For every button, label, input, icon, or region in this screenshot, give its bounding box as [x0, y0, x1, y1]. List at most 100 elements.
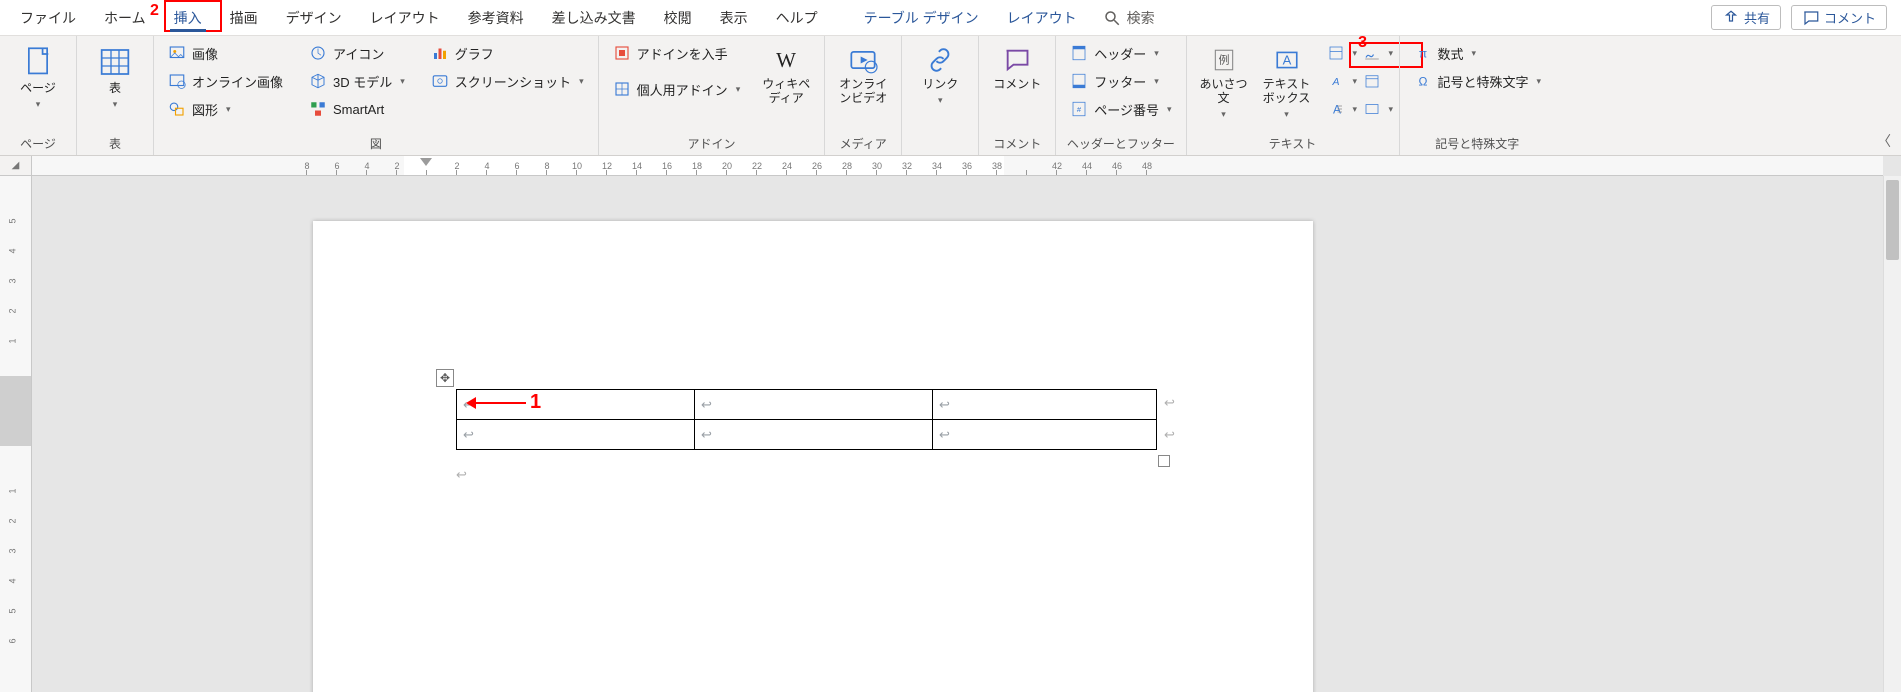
- greeting-label: あいさつ文: [1199, 78, 1249, 106]
- ribbon: 3 ページ ▾ ページ 表 ▾ 表 画像 オンライン画像: [0, 36, 1901, 156]
- online-pictures-button[interactable]: オンライン画像: [164, 68, 287, 94]
- table-cell[interactable]: ↩: [933, 420, 1157, 450]
- quickparts-button[interactable]: ▾: [1323, 40, 1353, 66]
- greeting-icon: 例: [1211, 46, 1237, 74]
- dropcap-icon: A: [1327, 100, 1345, 118]
- chevron-down-icon: ▾: [1353, 104, 1358, 115]
- tab-view[interactable]: 表示: [706, 0, 762, 35]
- search-box[interactable]: 検索: [1103, 8, 1155, 28]
- online-video-label: オンラインビデオ: [837, 78, 889, 106]
- share-button[interactable]: 共有: [1711, 5, 1781, 30]
- equation-label: 数式: [1438, 44, 1464, 63]
- table-resize-handle[interactable]: [1158, 455, 1170, 467]
- tab-mailings[interactable]: 差し込み文書: [538, 0, 650, 35]
- tab-design[interactable]: デザイン: [272, 0, 356, 35]
- screenshot-label: スクリーンショット: [455, 72, 571, 91]
- my-addins-button[interactable]: 個人用アドイン ▾: [609, 76, 745, 102]
- svg-text:#: #: [1077, 105, 1082, 114]
- pages-button[interactable]: ページ ▾: [10, 40, 66, 109]
- header-button[interactable]: ヘッダー▾: [1066, 40, 1175, 66]
- page[interactable]: ✥ ↩↩↩↩↩↩ ↩ ↩ ↩ 1: [313, 221, 1313, 692]
- group-pages: ページ ▾ ページ: [0, 36, 77, 155]
- ruler-horizontal[interactable]: 8642246810121416182022242628303234363842…: [32, 156, 1883, 176]
- table-label: 表: [109, 82, 121, 96]
- group-media: オンラインビデオ メディア: [825, 36, 902, 155]
- my-addins-label: 個人用アドイン: [637, 80, 728, 99]
- tab-draw[interactable]: 描画: [216, 0, 272, 35]
- signature-button[interactable]: ▾: [1359, 40, 1389, 66]
- tab-table-layout[interactable]: レイアウト: [993, 0, 1091, 35]
- quickparts-icon: [1327, 44, 1345, 62]
- table-cell[interactable]: ↩: [695, 390, 933, 420]
- wordart-button[interactable]: A▾: [1323, 68, 1353, 94]
- pictures-label: 画像: [192, 44, 218, 63]
- svg-text:A: A: [1282, 52, 1291, 67]
- tab-review[interactable]: 校閲: [650, 0, 706, 35]
- svg-text:Ω: Ω: [1418, 75, 1427, 89]
- chevron-down-icon: ▾: [1472, 48, 1477, 59]
- chevron-down-icon: ▾: [579, 76, 584, 87]
- wikipedia-button[interactable]: W ウィキペディア: [758, 40, 814, 106]
- shapes-button[interactable]: 図形▾: [164, 96, 287, 122]
- tab-table-design[interactable]: テーブル デザイン: [850, 0, 993, 35]
- chevron-down-icon: ▾: [113, 100, 118, 109]
- get-addins-button[interactable]: アドインを入手: [609, 40, 745, 66]
- scrollbar-thumb[interactable]: [1886, 180, 1899, 260]
- chevron-down-icon: ▾: [736, 84, 741, 95]
- shapes-icon: [168, 100, 186, 118]
- symbol-button[interactable]: Ω記号と特殊文字▾: [1410, 68, 1546, 94]
- insert-comment-button[interactable]: コメント: [989, 40, 1045, 92]
- row-end-mark: ↩: [1164, 395, 1175, 411]
- tab-references[interactable]: 参考資料: [454, 0, 538, 35]
- greeting-button[interactable]: 例 あいさつ文 ▾: [1197, 40, 1251, 119]
- table-cell[interactable]: ↩: [695, 420, 933, 450]
- tab-file[interactable]: ファイル: [6, 0, 90, 35]
- tab-help[interactable]: ヘルプ: [762, 0, 832, 35]
- icons-icon: [309, 44, 327, 62]
- picture-icon: [168, 44, 186, 62]
- 3dmodels-button[interactable]: 3D モデル▾: [305, 68, 409, 94]
- chevron-down-icon: ▾: [938, 96, 943, 105]
- screenshot-button[interactable]: スクリーンショット ▾: [427, 68, 588, 94]
- table-move-handle[interactable]: ✥: [436, 369, 454, 387]
- pagenumber-button[interactable]: #ページ番号▾: [1066, 96, 1175, 122]
- object-button[interactable]: ▾: [1359, 96, 1389, 122]
- tab-layout[interactable]: レイアウト: [356, 0, 454, 35]
- share-icon: [1722, 9, 1740, 27]
- 3dmodels-label: 3D モデル: [333, 72, 392, 91]
- icons-button[interactable]: アイコン: [305, 40, 409, 66]
- table-cell[interactable]: ↩: [933, 390, 1157, 420]
- ribbon-collapse-button[interactable]: 〈: [1877, 131, 1891, 151]
- dropcap-button[interactable]: A▾: [1323, 96, 1353, 122]
- table-cell[interactable]: ↩: [457, 420, 695, 450]
- document-canvas[interactable]: ✥ ↩↩↩↩↩↩ ↩ ↩ ↩ 1: [32, 176, 1883, 692]
- get-addins-label: アドインを入手: [637, 44, 728, 63]
- footer-button[interactable]: フッター▾: [1066, 68, 1175, 94]
- group-illustrations: 画像 オンライン画像 図形▾ アイコン 3D モデル▾ SmartArt グラフ…: [154, 36, 599, 155]
- link-button[interactable]: リンク ▾: [912, 40, 968, 105]
- textbox-label: テキストボックス: [1259, 78, 1315, 106]
- document-table[interactable]: ↩↩↩↩↩↩: [456, 389, 1157, 450]
- chart-button[interactable]: グラフ: [427, 40, 588, 66]
- link-icon: [926, 46, 954, 74]
- tab-home[interactable]: ホーム: [90, 0, 160, 35]
- group-addins-label: アドイン: [609, 133, 815, 155]
- search-icon: [1103, 9, 1121, 27]
- online-video-button[interactable]: オンラインビデオ: [835, 40, 891, 106]
- group-illustrations-label: 図: [164, 133, 588, 155]
- equation-button[interactable]: π数式▾: [1410, 40, 1546, 66]
- textbox-button[interactable]: A テキストボックス ▾: [1257, 40, 1317, 119]
- comment-icon: [1003, 46, 1031, 74]
- comments-button[interactable]: コメント: [1791, 5, 1887, 30]
- chevron-down-icon: ▾: [1389, 104, 1394, 115]
- datetime-button[interactable]: [1359, 68, 1389, 94]
- chevron-down-icon: ▾: [1154, 48, 1159, 59]
- table-button[interactable]: 表 ▾: [87, 40, 143, 109]
- pagenumber-icon: #: [1070, 100, 1088, 118]
- tab-insert[interactable]: 挿入: [160, 0, 216, 35]
- smartart-button[interactable]: SmartArt: [305, 96, 409, 122]
- pictures-button[interactable]: 画像: [164, 40, 287, 66]
- ruler-vertical[interactable]: 543211123456: [0, 176, 32, 692]
- icons-label: アイコン: [333, 44, 384, 63]
- scrollbar-vertical[interactable]: [1883, 176, 1901, 692]
